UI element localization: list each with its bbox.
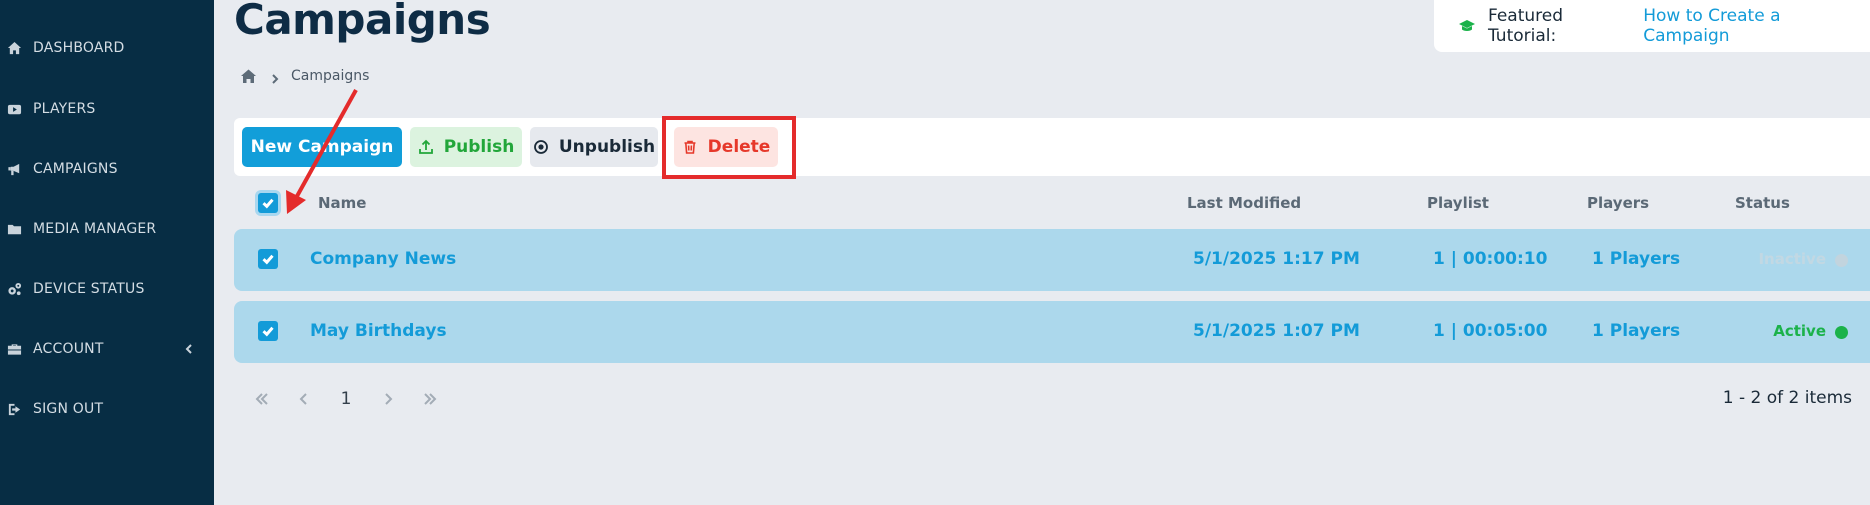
last-modified-cell: 5/1/2025 1:17 PM (1193, 249, 1360, 269)
briefcase-icon (6, 341, 22, 357)
upload-icon (418, 139, 434, 155)
sidebar-item-label: DASHBOARD (33, 40, 125, 56)
status-text: Inactive (1758, 250, 1826, 268)
new-campaign-label: New Campaign (250, 137, 394, 157)
column-header-status[interactable]: Status (1735, 194, 1790, 212)
sidebar-item-account[interactable]: ACCOUNT (0, 329, 214, 369)
table-row[interactable]: May Birthdays 5/1/2025 1:07 PM 1 | 00:05… (234, 301, 1870, 363)
first-page-button[interactable] (250, 387, 274, 411)
megaphone-icon (6, 161, 22, 177)
sidebar-item-sign-out[interactable]: SIGN OUT (0, 389, 214, 429)
sign-out-icon (6, 401, 22, 417)
sidebar-item-device-status[interactable]: DEVICE STATUS (0, 269, 214, 309)
tutorial-link[interactable]: How to Create a Campaign (1643, 6, 1870, 46)
checkmark-icon (262, 326, 274, 337)
sidebar: DASHBOARD PLAYERS CAMPAIGNS MEDIA MANAGE… (0, 0, 214, 505)
sidebar-item-label: ACCOUNT (33, 341, 104, 357)
sidebar-item-dashboard[interactable]: DASHBOARD (0, 28, 214, 68)
double-chevron-right-icon (424, 393, 437, 405)
chevron-right-icon (385, 393, 393, 405)
sidebar-item-media-manager[interactable]: MEDIA MANAGER (0, 209, 214, 249)
delete-highlight-annotation (662, 116, 796, 179)
column-header-players[interactable]: Players (1587, 194, 1649, 212)
chevron-right-icon (269, 70, 281, 84)
stop-circle-icon (533, 139, 549, 155)
sidebar-item-campaigns[interactable]: CAMPAIGNS (0, 149, 214, 189)
select-all-checkbox[interactable] (258, 193, 278, 213)
sidebar-item-players[interactable]: PLAYERS (0, 89, 214, 129)
unpublish-button[interactable]: Unpublish (530, 127, 658, 167)
row-checkbox[interactable] (258, 249, 278, 269)
page-number[interactable]: 1 (334, 387, 358, 411)
playlist-cell[interactable]: 1 | 00:00:10 (1433, 249, 1547, 269)
pagination-summary: 1 - 2 of 2 items (1722, 388, 1852, 408)
sidebar-item-label: CAMPAIGNS (33, 161, 118, 177)
players-cell[interactable]: 1 Players (1592, 321, 1680, 341)
row-checkbox[interactable] (258, 321, 278, 341)
status-dot (1835, 326, 1848, 339)
publish-button[interactable]: Publish (410, 127, 522, 167)
status-dot (1835, 254, 1848, 267)
sidebar-item-label: MEDIA MANAGER (33, 221, 157, 237)
breadcrumb-current: Campaigns (291, 68, 370, 84)
checkmark-icon (262, 254, 274, 265)
new-campaign-button[interactable]: New Campaign (242, 127, 402, 167)
table-row[interactable]: Company News 5/1/2025 1:17 PM 1 | 00:00:… (234, 229, 1870, 291)
sidebar-item-label: SIGN OUT (33, 401, 104, 417)
chevron-left-icon[interactable] (182, 341, 196, 355)
home-icon (6, 40, 22, 56)
campaign-name-link[interactable]: Company News (310, 249, 456, 269)
previous-page-button[interactable] (292, 387, 316, 411)
column-header-name[interactable]: Name (318, 194, 366, 212)
column-header-last-modified[interactable]: Last Modified (1187, 194, 1301, 212)
player-icon (6, 101, 22, 117)
chevron-left-icon (299, 393, 307, 405)
checkmark-icon (262, 198, 274, 209)
last-page-button[interactable] (418, 387, 442, 411)
featured-tutorial-card: Featured Tutorial: How to Create a Campa… (1434, 0, 1870, 52)
unpublish-label: Unpublish (558, 137, 656, 157)
sidebar-item-label: DEVICE STATUS (33, 281, 145, 297)
column-header-playlist[interactable]: Playlist (1427, 194, 1489, 212)
sidebar-item-label: PLAYERS (33, 101, 96, 117)
campaign-name-link[interactable]: May Birthdays (310, 321, 447, 341)
toolbar: New Campaign Publish Unpublish Delete (234, 118, 1870, 176)
gears-icon (6, 281, 22, 297)
publish-label: Publish (443, 137, 515, 157)
home-icon[interactable] (240, 68, 257, 85)
tutorial-label: Featured Tutorial: (1488, 6, 1564, 46)
status-text: Active (1773, 322, 1826, 340)
page-title: Campaigns (234, 0, 491, 44)
folder-icon (6, 221, 22, 237)
players-cell[interactable]: 1 Players (1592, 249, 1680, 269)
breadcrumb: Campaigns (240, 66, 369, 86)
double-chevron-left-icon (255, 393, 268, 405)
last-modified-cell: 5/1/2025 1:07 PM (1193, 321, 1360, 341)
graduation-cap-icon (1458, 17, 1476, 35)
next-page-button[interactable] (376, 387, 400, 411)
playlist-cell[interactable]: 1 | 00:05:00 (1433, 321, 1547, 341)
